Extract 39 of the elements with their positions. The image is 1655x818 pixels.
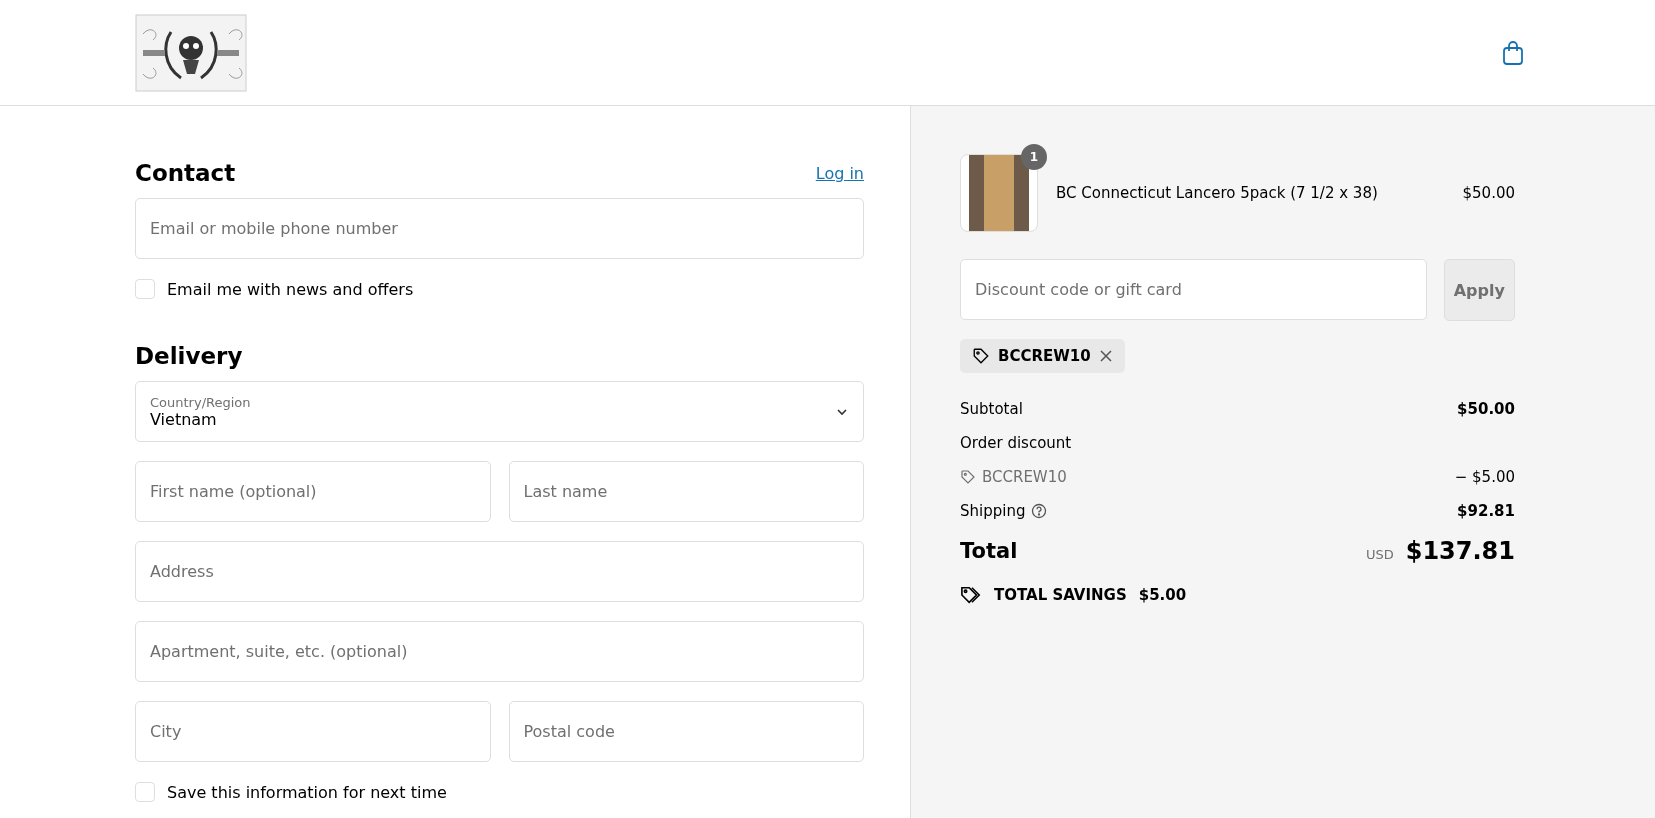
checkbox-label: Save this information for next time [167,782,447,802]
summary-value: − $5.00 [1454,468,1515,486]
tags-icon [960,585,982,605]
savings-value: $5.00 [1138,586,1187,604]
savings-label: TOTAL SAVINGS [994,586,1127,604]
summary-value: $50.00 [1457,400,1515,418]
summary-label: Order discount [960,434,1072,452]
text-field[interactable]: Apartment, suite, etc. (optional) [135,621,864,682]
text-field[interactable]: City [135,701,491,762]
checkbox-label: Email me with news and offers [167,279,414,299]
help-icon [1031,503,1048,519]
email-field[interactable]: Email or mobile phone number [135,198,864,259]
text-field[interactable]: Postal code [508,701,864,762]
product-price: $50.00 [1462,184,1515,202]
currency-code: USD [1365,547,1394,562]
text-field[interactable]: Address [135,541,864,602]
summary-label: Subtotal [960,400,1023,418]
section-title: Contact [135,160,236,186]
text-field[interactable]: Last name [508,461,864,522]
quantity-badge: 1 [1021,144,1047,170]
close-button[interactable] [1098,349,1113,363]
summary-label: Shipping [960,502,1026,520]
discount-code: BCCREW10 [998,347,1091,365]
apply-button[interactable]: Apply [1443,259,1515,321]
cart-button[interactable] [1501,39,1525,66]
product-name: BC Connecticut Lancero 5pack (7 1/2 x 38) [1056,184,1379,202]
section-title: Delivery [135,343,243,369]
tag-icon [960,469,976,485]
country-select[interactable]: Country/Region Vietnam [135,381,864,442]
total-label: Total [960,539,1018,563]
login-link[interactable]: Log in [815,163,864,183]
tag-icon [972,347,990,365]
discount-field[interactable]: Discount code or gift card [960,259,1427,320]
summary-value: $92.81 [1457,502,1515,520]
checkbox[interactable] [135,782,155,802]
summary-label: BCCREW10 [982,468,1067,486]
text-field[interactable]: First name (optional) [135,461,491,522]
total-value: $137.81 [1405,537,1515,565]
checkbox[interactable] [135,279,155,299]
